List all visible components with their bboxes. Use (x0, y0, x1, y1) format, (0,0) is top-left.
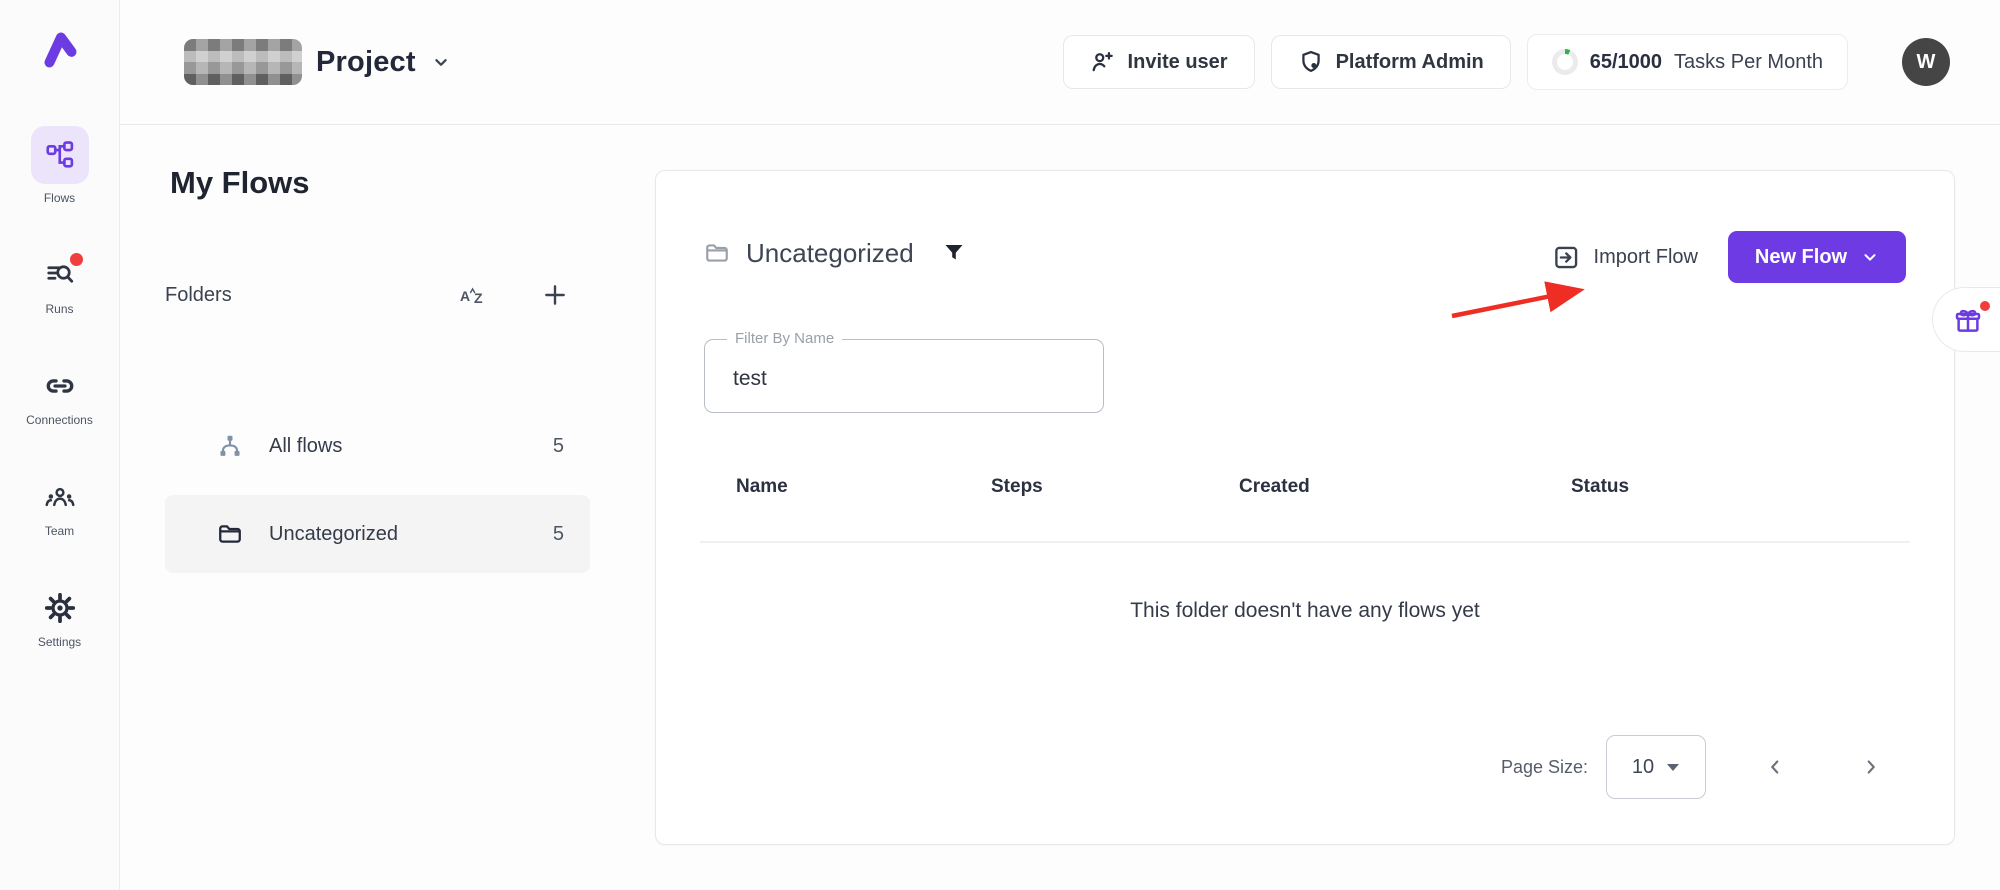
import-flow-label: Import Flow (1594, 246, 1698, 269)
column-header-name: Name (736, 476, 788, 498)
activepieces-logo-icon[interactable] (33, 22, 87, 76)
page-size-value: 10 (1632, 756, 1654, 779)
folder-icon (217, 521, 243, 547)
sidebar-item-connections[interactable]: Connections (0, 366, 119, 427)
flows-table-header: Name Steps Created Status (656, 476, 1954, 506)
import-box-arrow-icon (1553, 244, 1580, 271)
folders-header: Folders A Z (165, 275, 590, 315)
svg-text:A: A (460, 288, 470, 304)
sidebar-item-label: Flows (44, 191, 75, 205)
filter-by-name-field: Filter By Name (704, 339, 1104, 413)
new-flow-button[interactable]: New Flow (1728, 231, 1906, 283)
add-folder-button[interactable] (538, 278, 572, 312)
page-title: My Flows (170, 165, 310, 201)
page-size-select[interactable]: 10 (1606, 735, 1706, 799)
hierarchy-icon (217, 433, 243, 459)
flows-card: Uncategorized Import Flow New Flow (655, 170, 1955, 845)
import-flow-button[interactable]: Import Flow (1553, 244, 1698, 271)
rewards-gift-tab[interactable] (1932, 287, 2000, 352)
sidebar-item-runs[interactable]: Runs (0, 255, 119, 316)
tasks-progress-ring-icon (1552, 49, 1578, 75)
project-switcher[interactable]: Project (184, 39, 452, 85)
folder-item-uncategorized[interactable]: Uncategorized 5 (165, 495, 590, 573)
sidebar-item-label: Runs (45, 302, 73, 316)
project-title: Project (316, 46, 416, 79)
sidebar-item-settings[interactable]: Settings (0, 588, 119, 649)
chevron-down-icon (1861, 248, 1879, 266)
card-folder-title: Uncategorized (746, 238, 914, 269)
plus-icon (542, 282, 568, 308)
platform-admin-label: Platform Admin (1336, 51, 1484, 74)
sidebar-item-label: Connections (26, 413, 93, 427)
new-flow-label: New Flow (1755, 246, 1847, 269)
sidebar-item-team[interactable]: Team (0, 477, 119, 538)
platform-admin-button[interactable]: Platform Admin (1271, 35, 1511, 89)
gift-notification-dot (1980, 301, 1990, 311)
user-avatar[interactable]: W (1902, 38, 1950, 86)
empty-state-message: This folder doesn't have any flows yet (656, 599, 1954, 623)
sort-alpha-icon: A Z (458, 282, 488, 308)
folders-section-title: Folders (165, 284, 232, 307)
activepieces-arrow-icon (37, 26, 83, 72)
main-content: My Flows Folders A Z (120, 125, 2000, 890)
pagination: Page Size: 10 (1501, 735, 1888, 799)
shield-icon (1298, 49, 1324, 75)
card-folder-title-group: Uncategorized (704, 237, 970, 269)
workflow-icon (31, 126, 89, 184)
runs-notification-dot (70, 253, 83, 266)
link-icon (31, 366, 89, 406)
folder-item-count: 5 (553, 435, 564, 458)
sidebar: Flows Runs (0, 0, 120, 890)
page-size-label: Page Size: (1501, 757, 1588, 778)
filter-by-name-input[interactable] (705, 340, 1103, 412)
folder-icon (704, 240, 730, 266)
avatar-initial: W (1917, 51, 1936, 74)
people-icon (31, 477, 89, 517)
previous-page-button[interactable] (1758, 750, 1792, 784)
next-page-button[interactable] (1854, 750, 1888, 784)
column-header-status: Status (1571, 476, 1629, 498)
column-header-steps: Steps (991, 476, 1043, 498)
sidebar-item-label: Settings (38, 635, 81, 649)
column-header-created: Created (1239, 476, 1310, 498)
redacted-project-name (184, 39, 302, 85)
invite-user-button[interactable]: Invite user (1063, 35, 1255, 89)
topbar: Project Invite user Platform Admin 65/10 (120, 0, 2000, 125)
sidebar-item-flows[interactable]: Flows (0, 126, 119, 205)
sort-folders-button[interactable]: A Z (454, 278, 492, 312)
filter-flows-button[interactable] (938, 237, 970, 269)
person-plus-icon (1090, 49, 1116, 75)
folders-panel: Folders A Z (165, 275, 590, 573)
app-root: Flows Runs (0, 0, 2000, 890)
tasks-usage-badge[interactable]: 65/1000 Tasks Per Month (1527, 34, 1848, 90)
svg-text:Z: Z (474, 290, 483, 306)
table-header-divider (700, 541, 1910, 543)
card-actions: Import Flow New Flow (1553, 231, 1906, 283)
gear-icon (31, 588, 89, 628)
invite-user-label: Invite user (1128, 51, 1228, 74)
chevron-down-icon (430, 51, 452, 73)
runs-search-list-icon (31, 255, 89, 295)
folder-item-count: 5 (553, 523, 564, 546)
gift-icon (1953, 305, 1983, 335)
folder-item-label: All flows (269, 435, 342, 458)
funnel-icon (942, 241, 966, 265)
folder-item-all-flows[interactable]: All flows 5 (165, 407, 590, 485)
sidebar-item-label: Team (45, 524, 74, 538)
dropdown-triangle-icon (1666, 762, 1680, 772)
sidebar-nav: Flows Runs (0, 126, 119, 699)
chevron-right-icon (1860, 756, 1882, 778)
folder-item-label: Uncategorized (269, 523, 398, 546)
tasks-usage-label: Tasks Per Month (1674, 51, 1823, 74)
tasks-usage-count: 65/1000 (1590, 51, 1662, 74)
chevron-left-icon (1764, 756, 1786, 778)
